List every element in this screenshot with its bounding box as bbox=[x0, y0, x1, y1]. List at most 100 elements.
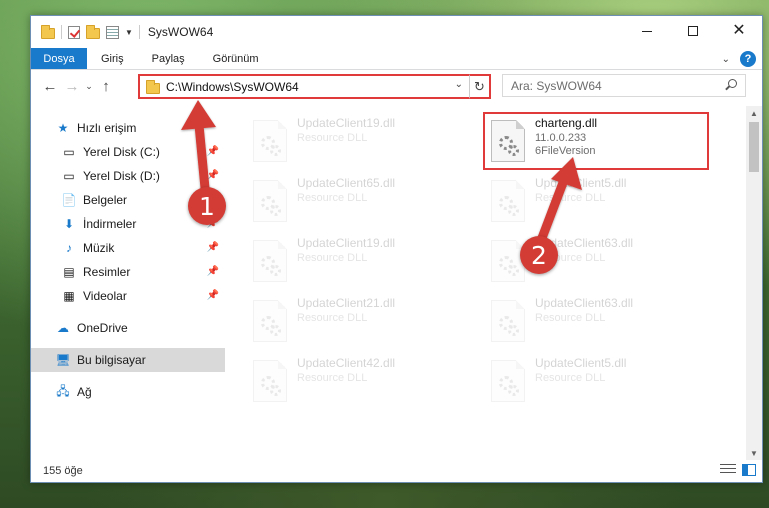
file-item[interactable]: UpdateClient19.dll Resource DLL bbox=[253, 236, 483, 288]
explorer-window: ▼ SysWOW64 ✕ Dosya Giriş Paylaş Görünüm … bbox=[30, 15, 763, 483]
file-name: UpdateClient65.dll bbox=[297, 176, 396, 190]
file-item[interactable]: UpdateClient63.dll Resource DLL bbox=[491, 296, 721, 348]
nav-label: Yerel Disk (D:) bbox=[83, 169, 160, 183]
refresh-button[interactable]: ↻ bbox=[469, 74, 491, 99]
divider bbox=[138, 25, 140, 39]
quick-access-toolbar: ▼ bbox=[31, 25, 140, 39]
dll-file-icon bbox=[253, 240, 287, 282]
tiles-view-icon[interactable] bbox=[742, 464, 756, 476]
dll-file-icon bbox=[253, 120, 287, 162]
file-name: UpdateClient5.dll bbox=[535, 176, 627, 190]
ribbon-tabs: Dosya Giriş Paylaş Görünüm ⌄ ? bbox=[31, 48, 762, 70]
nav-label: İndirmeler bbox=[83, 217, 137, 231]
customize-toolbar-arrow-icon[interactable]: ▼ bbox=[125, 28, 133, 37]
close-icon: ✕ bbox=[732, 22, 746, 39]
recent-locations-chevron-icon[interactable]: ⌄ bbox=[83, 75, 95, 97]
star-icon: ★ bbox=[57, 121, 69, 135]
folder-icon bbox=[41, 25, 55, 39]
properties-check-icon[interactable] bbox=[68, 25, 80, 39]
nav-label: Resimler bbox=[83, 265, 131, 279]
help-icon[interactable]: ? bbox=[740, 51, 756, 67]
file-item[interactable]: UpdateClient21.dll Resource DLL bbox=[253, 296, 483, 348]
address-bar[interactable]: C:\Windows\SysWOW64 ⌄ bbox=[138, 74, 491, 99]
nav-this-pc[interactable]: 🖥 Bu bilgisayar bbox=[31, 348, 225, 372]
details-view-icon[interactable] bbox=[720, 464, 736, 476]
dll-file-icon bbox=[253, 180, 287, 222]
nav-label: Müzik bbox=[83, 241, 115, 255]
status-bar: 155 öğe bbox=[31, 460, 762, 482]
file-item[interactable]: UpdateClient5.dll Resource DLL bbox=[491, 356, 721, 408]
file-name: UpdateClient42.dll bbox=[297, 356, 396, 370]
nav-item-local-disk-c[interactable]: ▭ Yerel Disk (C:) 📌 bbox=[31, 140, 225, 164]
tab-file[interactable]: Dosya bbox=[31, 48, 87, 69]
file-description: Resource DLL bbox=[297, 192, 368, 204]
address-row: ← → ⌄ ↑ C:\Windows\SysWOW64 ⌄ ↻ Ara: Sys… bbox=[31, 70, 762, 102]
file-name: UpdateClient63.dll bbox=[535, 296, 634, 310]
forward-button[interactable]: → bbox=[61, 75, 83, 97]
file-description: Resource DLL bbox=[297, 132, 368, 144]
file-item[interactable]: UpdateClient19.dll Resource DLL bbox=[253, 116, 483, 168]
pictures-icon: ▤ bbox=[63, 265, 75, 279]
pin-icon[interactable]: 📌 bbox=[207, 266, 219, 277]
ribbon-right-controls: ⌄ ? bbox=[722, 48, 756, 70]
documents-icon: 📄 bbox=[61, 193, 77, 207]
close-button[interactable]: ✕ bbox=[716, 16, 762, 46]
address-path[interactable]: C:\Windows\SysWOW64 bbox=[166, 80, 299, 94]
tab-view[interactable]: Görünüm bbox=[199, 48, 273, 69]
up-button[interactable]: ↑ bbox=[95, 75, 117, 97]
nav-item-videos[interactable]: ▦ Videolar 📌 bbox=[31, 284, 225, 308]
pin-icon[interactable]: 📌 bbox=[207, 170, 219, 181]
nav-quick-access[interactable]: ★ Hızlı erişim bbox=[31, 116, 225, 140]
back-button[interactable]: ← bbox=[39, 75, 61, 97]
minimize-button[interactable] bbox=[624, 16, 670, 46]
file-description: Resource DLL bbox=[535, 372, 606, 384]
downloads-icon: ⬇ bbox=[63, 217, 75, 231]
nav-item-music[interactable]: ♪ Müzik 📌 bbox=[31, 236, 225, 260]
scroll-thumb[interactable] bbox=[749, 122, 759, 172]
properties-list-icon[interactable] bbox=[106, 25, 119, 39]
nav-label: Ağ bbox=[77, 385, 92, 399]
nav-item-pictures[interactable]: ▤ Resimler 📌 bbox=[31, 260, 225, 284]
file-name: UpdateClient19.dll bbox=[297, 236, 396, 250]
title-bar: ▼ SysWOW64 ✕ bbox=[31, 16, 762, 48]
maximize-button[interactable] bbox=[670, 16, 716, 46]
tab-home[interactable]: Giriş bbox=[87, 48, 138, 69]
nav-label: OneDrive bbox=[77, 321, 128, 335]
videos-icon: ▦ bbox=[63, 289, 75, 303]
pin-icon[interactable]: 📌 bbox=[207, 146, 219, 157]
nav-label: Videolar bbox=[83, 289, 127, 303]
scroll-up-arrow-icon[interactable]: ▲ bbox=[746, 106, 762, 120]
search-input[interactable]: Ara: SysWOW64 bbox=[502, 74, 746, 97]
maximize-icon bbox=[688, 26, 698, 36]
file-item[interactable]: UpdateClient5.dll Resource DLL bbox=[491, 176, 721, 228]
nav-label: Hızlı erişim bbox=[77, 121, 137, 135]
dll-file-icon bbox=[491, 180, 525, 222]
new-folder-icon[interactable] bbox=[86, 25, 100, 39]
drive-icon: ▭ bbox=[63, 169, 75, 183]
file-item[interactable]: UpdateClient65.dll Resource DLL bbox=[253, 176, 483, 228]
expand-ribbon-chevron-icon[interactable]: ⌄ bbox=[722, 54, 730, 65]
view-buttons bbox=[720, 464, 756, 476]
scroll-down-arrow-icon[interactable]: ▼ bbox=[746, 446, 762, 460]
nav-item-local-disk-d[interactable]: ▭ Yerel Disk (D:) 📌 bbox=[31, 164, 225, 188]
network-icon: 🖧 bbox=[56, 383, 70, 398]
nav-label: Belgeler bbox=[83, 193, 128, 207]
nav-onedrive[interactable]: ☁ OneDrive bbox=[31, 316, 225, 340]
window-controls: ✕ bbox=[624, 16, 762, 46]
pin-icon[interactable]: 📌 bbox=[207, 290, 219, 301]
nav-network[interactable]: 🖧 Ağ bbox=[31, 380, 225, 404]
tab-share[interactable]: Paylaş bbox=[138, 48, 199, 69]
pin-icon[interactable]: 📌 bbox=[207, 242, 219, 253]
nav-label: Bu bilgisayar bbox=[77, 353, 146, 367]
computer-icon: 🖥 bbox=[55, 353, 71, 367]
file-item[interactable]: UpdateClient42.dll Resource DLL bbox=[253, 356, 483, 408]
file-description: Resource DLL bbox=[297, 312, 368, 324]
address-dropdown-icon[interactable]: ⌄ bbox=[455, 79, 463, 90]
file-highlight-box bbox=[483, 112, 709, 170]
vertical-scrollbar[interactable]: ▲ ▼ bbox=[746, 106, 762, 460]
body-area: ★ Hızlı erişim ▭ Yerel Disk (C:) 📌 ▭ Yer… bbox=[31, 106, 762, 460]
nav-label: Yerel Disk (C:) bbox=[83, 145, 160, 159]
cloud-icon: ☁ bbox=[57, 321, 69, 335]
